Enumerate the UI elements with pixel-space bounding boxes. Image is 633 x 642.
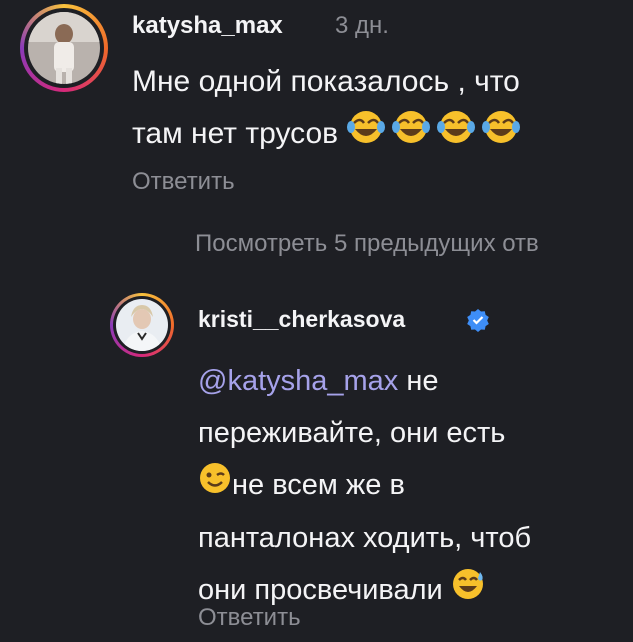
comment-time: 3 дн. <box>335 12 389 39</box>
grinning-sweat-emoji-icon <box>451 566 487 618</box>
verified-badge-icon <box>466 308 490 337</box>
username-katysha[interactable]: katysha_max <box>132 12 283 40</box>
mention-link[interactable]: @katysha_max <box>198 365 398 397</box>
avatar-kristi[interactable] <box>110 293 174 357</box>
comment-text: Мне одной показалось , что там нет трусо… <box>132 56 526 162</box>
reply-button-1[interactable]: Ответить <box>132 168 235 196</box>
laughing-tears-emoji-icon <box>346 109 526 162</box>
winking-face-emoji-icon <box>198 460 232 512</box>
view-previous-replies-link[interactable]: Посмотреть 5 предыдущих отв <box>195 230 539 258</box>
avatar-katysha[interactable] <box>20 4 108 92</box>
reply-text: @katysha_max не переживайте, они есть не… <box>198 355 531 618</box>
username-kristi[interactable]: kristi__cherkasova <box>198 306 405 333</box>
reply-button-2[interactable]: Ответить <box>198 604 301 632</box>
